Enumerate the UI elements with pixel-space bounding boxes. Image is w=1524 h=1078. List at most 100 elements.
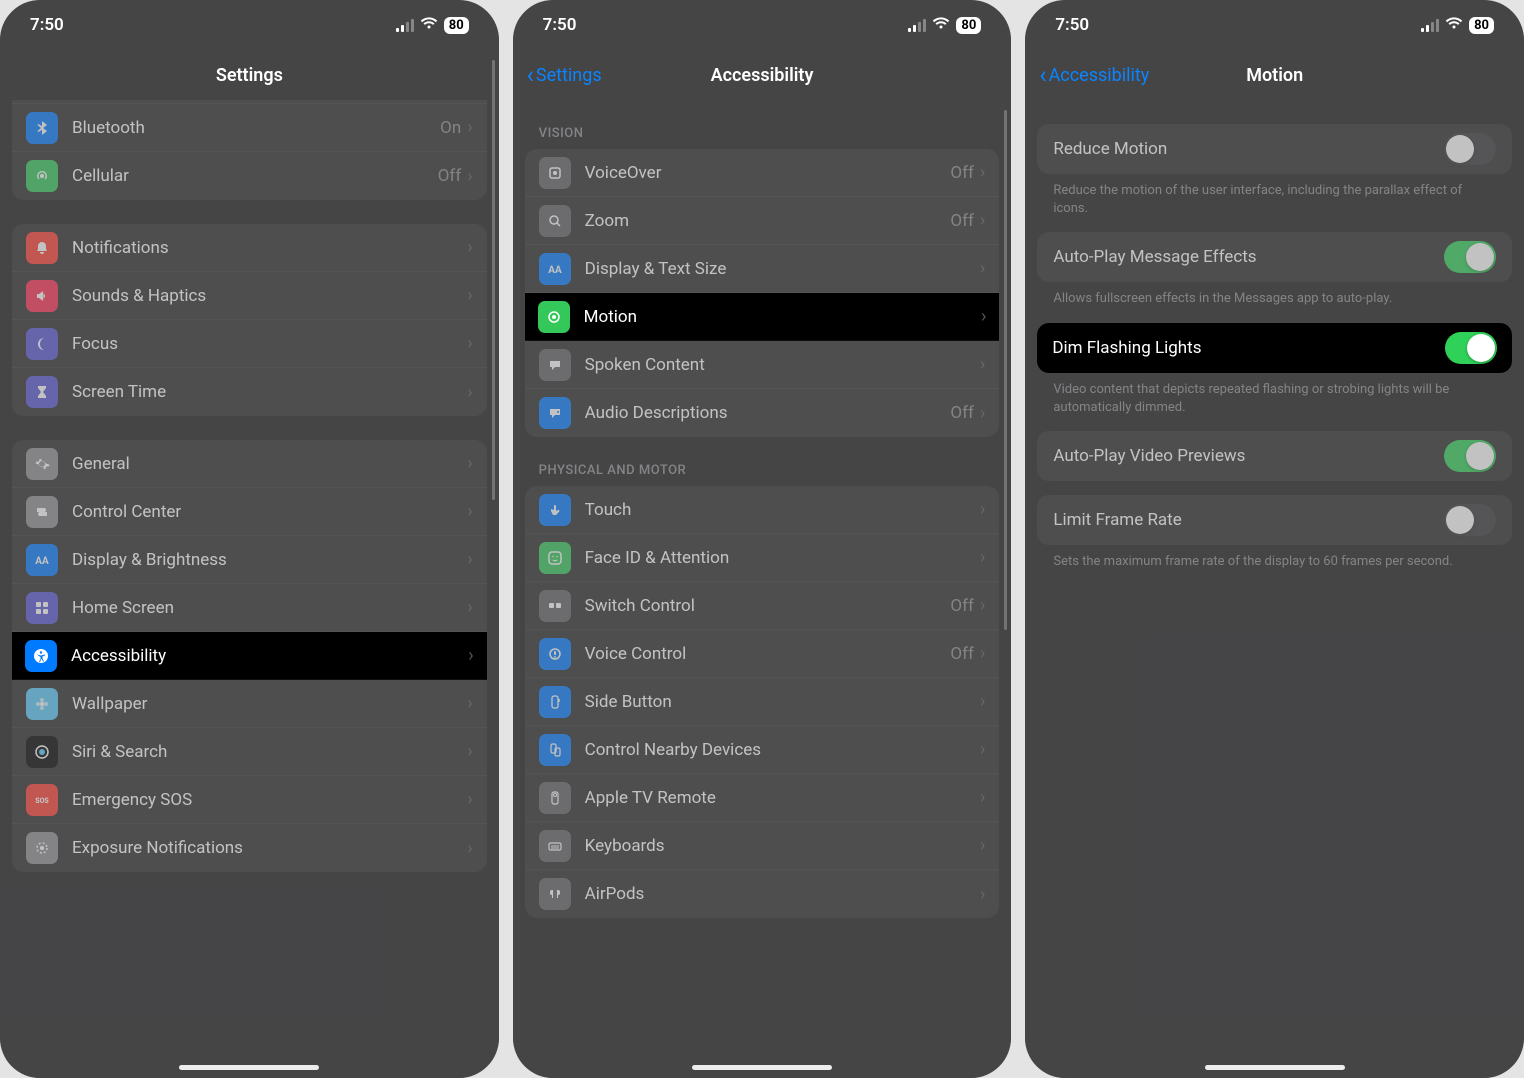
moon-icon	[26, 328, 58, 360]
motion-content[interactable]: Reduce MotionReduce the motion of the us…	[1025, 100, 1524, 1078]
accessibility-content[interactable]: VISION VoiceOverOff›ZoomOff›AADisplay & …	[513, 100, 1012, 1078]
row-wallpaper[interactable]: Wallpaper›	[12, 680, 487, 728]
chevron-right-icon: ›	[467, 741, 472, 762]
back-button[interactable]: ‹ Accessibility	[1039, 63, 1149, 87]
signal-icon	[908, 19, 926, 32]
row-spoken-content[interactable]: Spoken Content›	[525, 341, 1000, 389]
row-display-text-size[interactable]: AADisplay & Text Size›	[525, 245, 1000, 293]
screen-settings: 7:50 80 Settings Wi-FiChasing Rainbows 5…	[0, 0, 499, 1078]
status-bar: 7:50 80	[1025, 0, 1524, 50]
row-label: Control Nearby Devices	[585, 740, 980, 760]
row-sounds-haptics[interactable]: Sounds & Haptics›	[12, 272, 487, 320]
row-side-button[interactable]: Side Button›	[525, 678, 1000, 726]
row-value: Off	[950, 211, 974, 231]
speaker-icon	[26, 280, 58, 312]
row-emergency-sos[interactable]: SOSEmergency SOS›	[12, 776, 487, 824]
voiceover-icon	[539, 157, 571, 189]
row-control-nearby-devices[interactable]: Control Nearby Devices›	[525, 726, 1000, 774]
home-indicator[interactable]	[1205, 1065, 1345, 1070]
faceid-icon	[539, 542, 571, 574]
chevron-right-icon: ›	[980, 691, 985, 712]
row-dim-flashing-lights[interactable]: Dim Flashing Lights	[1037, 323, 1512, 373]
row-airpods[interactable]: AirPods›	[525, 870, 1000, 918]
siri-icon	[26, 736, 58, 768]
settings-content[interactable]: Wi-FiChasing Rainbows 5G›BluetoothOn›Cel…	[0, 100, 499, 1078]
page-title: Accessibility	[711, 65, 814, 86]
chevron-left-icon: ‹	[1039, 63, 1046, 87]
row-value: On	[440, 118, 461, 138]
chevron-right-icon: ›	[980, 499, 985, 520]
row-reduce-motion[interactable]: Reduce Motion	[1037, 124, 1512, 174]
row-auto-play-message-effects[interactable]: Auto-Play Message Effects	[1037, 232, 1512, 282]
aa-icon: AA	[539, 253, 571, 285]
chevron-right-icon: ›	[467, 453, 472, 474]
status-time: 7:50	[543, 15, 577, 35]
row-display-brightness[interactable]: AADisplay & Brightness›	[12, 536, 487, 584]
bluetooth-icon	[26, 112, 58, 144]
home-indicator[interactable]	[179, 1065, 319, 1070]
hourglass-icon	[26, 376, 58, 408]
row-label: Notifications	[72, 238, 467, 258]
row-auto-play-video-previews[interactable]: Auto-Play Video Previews	[1037, 431, 1512, 481]
toggle-reduce-motion[interactable]	[1444, 133, 1496, 165]
back-button[interactable]: ‹ Settings	[527, 63, 602, 87]
chevron-right-icon: ›	[467, 501, 472, 522]
row-label: Spoken Content	[585, 355, 980, 375]
status-time: 7:50	[30, 15, 64, 35]
row-bluetooth[interactable]: BluetoothOn ›	[12, 104, 487, 152]
chevron-right-icon: ›	[467, 549, 472, 570]
row-label: AirPods	[585, 884, 980, 904]
status-right: 80	[908, 15, 981, 35]
row-siri-search[interactable]: Siri & Search›	[12, 728, 487, 776]
toggle-auto-play-message-effects[interactable]	[1444, 241, 1496, 273]
row-home-screen[interactable]: Home Screen›	[12, 584, 487, 632]
row-notifications[interactable]: Notifications›	[12, 224, 487, 272]
chevron-right-icon: ›	[467, 789, 472, 810]
row-cellular[interactable]: CellularOff›	[12, 152, 487, 200]
row-label: Touch	[585, 500, 980, 520]
row-value: Off	[950, 596, 974, 616]
row-apple-tv-remote[interactable]: Apple TV Remote›	[525, 774, 1000, 822]
home-indicator[interactable]	[692, 1065, 832, 1070]
wifi-icon	[1445, 15, 1463, 35]
row-label: Bluetooth	[72, 118, 440, 138]
row-keyboards[interactable]: Keyboards›	[525, 822, 1000, 870]
row-accessibility[interactable]: Accessibility›	[12, 632, 487, 680]
toggle-auto-play-video-previews[interactable]	[1444, 440, 1496, 472]
bell-icon	[26, 232, 58, 264]
flower-icon	[26, 688, 58, 720]
row-voiceover[interactable]: VoiceOverOff›	[525, 149, 1000, 197]
row-exposure-notifications[interactable]: Exposure Notifications›	[12, 824, 487, 872]
appletv-icon	[539, 782, 571, 814]
section-header-physical: PHYSICAL AND MOTOR	[525, 437, 1000, 486]
row-motion[interactable]: Motion›	[525, 293, 1000, 341]
footnote-dim-flashing-lights: Video content that depicts repeated flas…	[1037, 373, 1512, 417]
row-limit-frame-rate[interactable]: Limit Frame Rate	[1037, 495, 1512, 545]
row-general[interactable]: General›	[12, 440, 487, 488]
row-label: VoiceOver	[585, 163, 951, 183]
row-voice-control[interactable]: Voice ControlOff›	[525, 630, 1000, 678]
row-focus[interactable]: Focus›	[12, 320, 487, 368]
nav-bar: Settings	[0, 50, 499, 100]
row-label: Keyboards	[585, 836, 980, 856]
row-switch-control[interactable]: Switch ControlOff›	[525, 582, 1000, 630]
row-audio-descriptions[interactable]: Audio DescriptionsOff›	[525, 389, 1000, 437]
grid-icon	[26, 592, 58, 624]
status-time: 7:50	[1055, 15, 1089, 35]
gear-icon	[26, 448, 58, 480]
airpods-icon	[539, 878, 571, 910]
chevron-right-icon: ›	[467, 117, 472, 138]
row-label: Apple TV Remote	[585, 788, 980, 808]
svg-text:AA: AA	[548, 265, 562, 276]
row-control-center[interactable]: Control Center›	[12, 488, 487, 536]
chevron-right-icon: ›	[981, 306, 986, 327]
accessibility-icon	[25, 640, 57, 672]
row-screen-time[interactable]: Screen Time›	[12, 368, 487, 416]
toggle-limit-frame-rate[interactable]	[1444, 504, 1496, 536]
exposure-icon	[26, 832, 58, 864]
row-touch[interactable]: Touch›	[525, 486, 1000, 534]
status-right: 80	[1421, 15, 1494, 35]
row-zoom[interactable]: ZoomOff›	[525, 197, 1000, 245]
toggle-dim-flashing-lights[interactable]	[1445, 332, 1497, 364]
row-face-id-attention[interactable]: Face ID & Attention›	[525, 534, 1000, 582]
